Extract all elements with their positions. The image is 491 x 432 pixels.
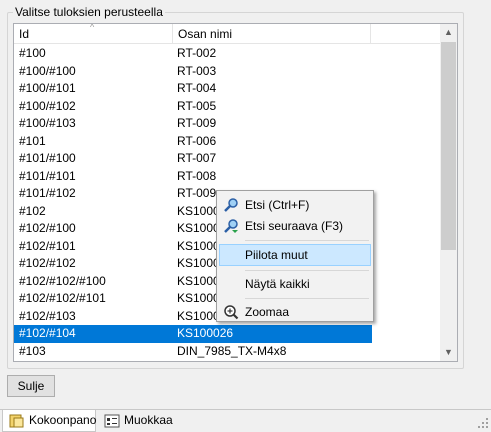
cell-id: #102/#101 [19,238,76,253]
menu-item-find[interactable]: Etsi (Ctrl+F) [219,194,371,216]
cell-id: #103 [19,343,46,358]
cell-id: #102/#100 [19,221,76,235]
table-row[interactable]: #103 DIN_7985_TX-M4x8 [14,343,443,361]
scroll-down-icon[interactable]: ▼ [440,344,457,361]
cell-part-name: RT-008 [177,168,217,183]
cell-id: #101 [19,133,46,148]
sort-ascending-icon: ^ [90,23,95,32]
cell-id: #101/#102 [19,186,76,200]
close-button[interactable]: Sulje [7,375,55,397]
cell-id: #100/#101 [19,81,76,95]
menu-item-zoom[interactable]: Zoomaa [219,301,371,323]
table-row[interactable]: #100/#101 RT-004 [14,80,443,98]
cell-part-name: RT-002 [177,46,217,60]
scroll-thumb[interactable] [441,42,456,250]
menu-separator [245,240,369,241]
column-header-id[interactable]: Id ^ [14,24,173,44]
magnifier-next-icon [224,219,238,233]
table-row[interactable]: #101/#100 RT-007 [14,150,443,168]
table-row[interactable]: #100/#103 RT-009 [14,115,443,133]
table-row[interactable]: #100/#102 RT-005 [14,98,443,116]
table-row[interactable]: #101 RT-006 [14,133,443,151]
bottom-tabbar: Kokoonpano Muokkaa [0,409,491,432]
vertical-scrollbar[interactable]: ▲ ▼ [440,24,457,361]
table-row[interactable]: #100 RT-002 [14,45,443,63]
cell-id: #102 [19,203,46,218]
group-title: Valitse tuloksien perusteella [13,5,165,19]
magnifier-icon [224,198,238,212]
table-row[interactable]: #104 DIN_EN_24032-M4 [14,360,443,361]
cell-part-name: RT-005 [177,98,217,113]
cell-part-name: DIN_EN_24032-M4 [177,360,282,361]
table-row[interactable]: #102/#104 KS100026 [14,325,372,343]
cell-id: #100/#102 [19,98,76,113]
assembly-icon [9,414,24,428]
cell-part-name: RT-007 [177,151,217,165]
edit-icon [104,414,120,428]
cell-id: #100/#100 [19,63,76,78]
resize-grip-icon[interactable] [477,417,489,429]
tab-label: Kokoonpano [29,413,97,427]
cell-part-name: DIN_7985_TX-M4x8 [177,343,287,358]
cell-id: #100 [19,46,46,60]
tab-label: Muokkaa [124,413,173,427]
context-menu: Etsi (Ctrl+F) Etsi seuraava (F3) Piilota… [216,190,374,322]
cell-id: #102/#102/#101 [19,291,106,305]
cell-id: #100/#103 [19,116,76,130]
tab-muokkaa[interactable]: Muokkaa [98,410,178,432]
cell-part-name: RT-009 [177,186,217,200]
table-row[interactable]: #101/#101 RT-008 [14,168,443,186]
cell-part-name: RT-003 [177,63,217,78]
menu-item-show-all[interactable]: Näytä kaikki [219,273,371,295]
scroll-up-icon[interactable]: ▲ [440,24,457,41]
menu-separator [245,298,369,299]
cell-part-name: RT-006 [177,133,217,148]
zoom-icon [224,305,239,320]
tab-kokoonpano[interactable]: Kokoonpano [2,410,96,432]
column-header-part-name[interactable]: Osan nimi [173,24,371,44]
cell-id: #104 [19,360,46,361]
cell-part-name: KS100026 [177,326,234,340]
cell-id: #102/#103 [19,308,76,323]
menu-item-find-next[interactable]: Etsi seuraava (F3) [219,215,371,237]
table-row[interactable]: #100/#100 RT-003 [14,63,443,81]
menu-separator [245,270,369,271]
cell-id: #102/#102/#100 [19,273,106,288]
menu-item-hide-others[interactable]: Piilota muut [219,244,371,266]
cell-part-name: RT-009 [177,116,217,130]
cell-id: #102/#104 [19,326,76,340]
cell-id: #101/#100 [19,151,76,165]
cell-part-name: RT-004 [177,81,217,95]
cell-id: #101/#101 [19,168,76,183]
cell-id: #102/#102 [19,256,76,270]
list-header: Id ^ Osan nimi [14,24,443,44]
